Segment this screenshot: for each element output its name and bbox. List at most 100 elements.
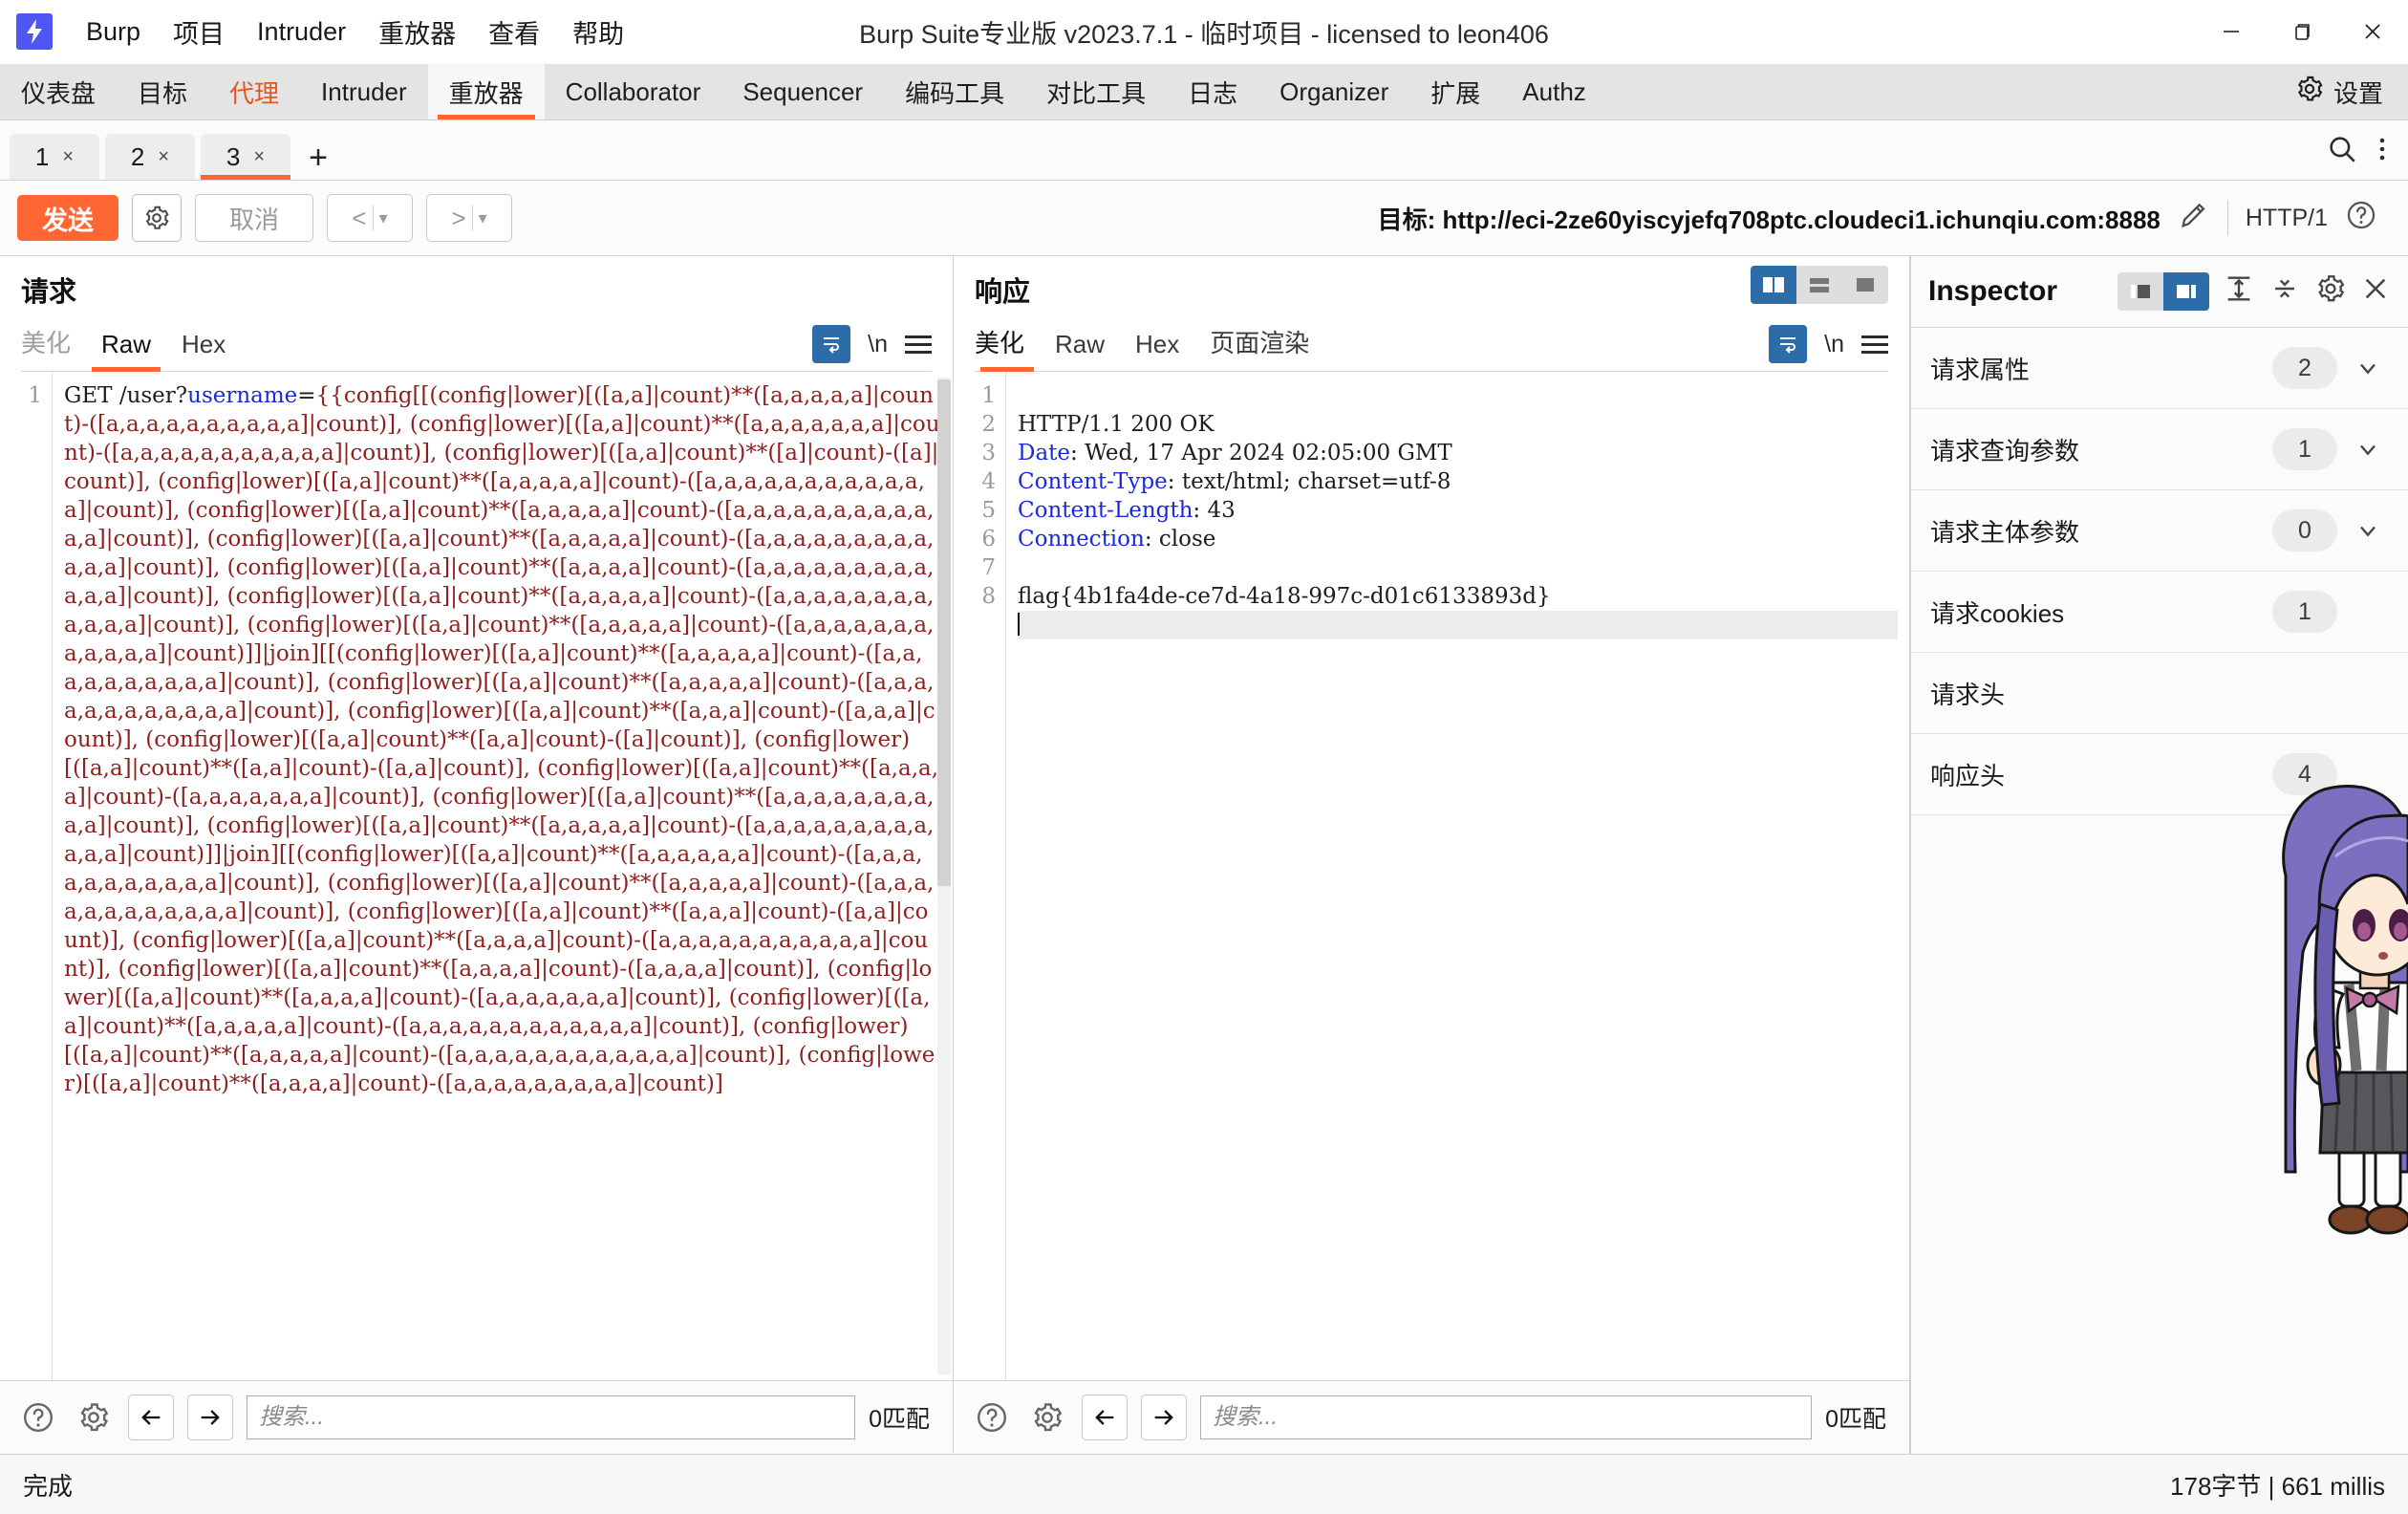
menu-item-view[interactable]: 查看 bbox=[472, 8, 556, 56]
word-wrap-icon[interactable] bbox=[1769, 325, 1808, 363]
layout-stacked-icon[interactable] bbox=[1796, 266, 1842, 304]
request-search-input[interactable] bbox=[247, 1395, 856, 1439]
search-prev-icon[interactable] bbox=[128, 1395, 174, 1440]
settings-label: 设置 bbox=[2333, 78, 2383, 108]
tab-intruder[interactable]: Intruder bbox=[300, 64, 428, 119]
request-scrollbar-thumb[interactable] bbox=[937, 379, 951, 886]
help-icon[interactable] bbox=[17, 1396, 59, 1438]
response-menu-icon[interactable] bbox=[1861, 335, 1888, 354]
tab-dashboard[interactable]: 仪表盘 bbox=[0, 64, 117, 119]
response-code[interactable]: HTTP/1.1 200 OK Date: Wed, 17 Apr 2024 02… bbox=[1006, 372, 1909, 1380]
tab-logger[interactable]: 日志 bbox=[1167, 64, 1258, 119]
request-tab-hex[interactable]: Hex bbox=[166, 330, 241, 371]
back-button[interactable]: < ▾ bbox=[327, 194, 413, 242]
minimize-button[interactable] bbox=[2196, 0, 2267, 63]
response-blank-line bbox=[1018, 553, 1898, 582]
inspector-row-body-parameters[interactable]: 请求主体参数 0 bbox=[1911, 490, 2408, 572]
newline-toggle[interactable]: \n bbox=[868, 331, 888, 358]
chevron-down-icon[interactable] bbox=[2347, 517, 2389, 544]
edit-pencil-icon[interactable] bbox=[2178, 199, 2210, 238]
cancel-button[interactable]: 取消 bbox=[195, 194, 313, 242]
menu-item-burp[interactable]: Burp bbox=[70, 11, 157, 53]
chevron-down-icon[interactable] bbox=[2347, 355, 2389, 381]
tab-sequencer[interactable]: Sequencer bbox=[721, 64, 884, 119]
newline-toggle[interactable]: \n bbox=[1824, 331, 1844, 358]
gear-icon[interactable] bbox=[1026, 1396, 1068, 1438]
http-version-label[interactable]: HTTP/1 bbox=[2246, 205, 2328, 232]
response-tab-render[interactable]: 页面渲染 bbox=[1194, 324, 1324, 371]
dock-right-icon[interactable] bbox=[2163, 272, 2209, 311]
menu-item-project[interactable]: 项目 bbox=[157, 8, 241, 56]
request-pane-header: 请求 美化 Raw Hex \n bbox=[0, 256, 953, 372]
send-options-gear-icon[interactable] bbox=[132, 194, 182, 242]
response-tab-raw[interactable]: Raw bbox=[1040, 330, 1120, 371]
request-menu-icon[interactable] bbox=[905, 335, 932, 354]
maximize-restore-button[interactable] bbox=[2267, 0, 2337, 63]
close-icon[interactable]: × bbox=[62, 146, 74, 168]
add-tab-button[interactable]: + bbox=[296, 136, 340, 180]
chevron-down-icon[interactable] bbox=[2347, 436, 2389, 463]
help-icon[interactable] bbox=[2345, 199, 2377, 238]
repeater-tab-3[interactable]: 3 × bbox=[201, 134, 290, 180]
search-icon[interactable] bbox=[2326, 133, 2358, 172]
menu-item-help[interactable]: 帮助 bbox=[556, 8, 640, 56]
expand-all-icon[interactable] bbox=[2223, 272, 2255, 312]
dock-left-icon[interactable] bbox=[2118, 272, 2163, 311]
close-icon[interactable]: × bbox=[253, 146, 265, 168]
request-equals: = bbox=[297, 383, 316, 408]
tab-authz[interactable]: Authz bbox=[1501, 64, 1607, 119]
repeater-tab-2[interactable]: 2 × bbox=[105, 134, 195, 180]
gear-icon[interactable] bbox=[73, 1396, 115, 1438]
tab-target[interactable]: 目标 bbox=[117, 64, 208, 119]
main-tabs-right: 设置 bbox=[2294, 64, 2408, 119]
tab-proxy[interactable]: 代理 bbox=[208, 64, 300, 119]
search-prev-icon[interactable] bbox=[1082, 1395, 1128, 1440]
tab-collaborator[interactable]: Collaborator bbox=[545, 64, 722, 119]
tab-decoder[interactable]: 编码工具 bbox=[884, 64, 1025, 119]
request-match-count: 0匹配 bbox=[869, 1406, 930, 1433]
word-wrap-icon[interactable] bbox=[812, 325, 851, 363]
tab-organizer[interactable]: Organizer bbox=[1258, 64, 1409, 119]
request-tab-raw[interactable]: Raw bbox=[86, 330, 166, 372]
gear-icon[interactable] bbox=[2314, 272, 2347, 312]
chevron-down-icon[interactable]: ▾ bbox=[379, 208, 388, 228]
help-icon[interactable] bbox=[971, 1396, 1013, 1438]
collapse-all-icon[interactable] bbox=[2268, 272, 2301, 312]
request-tab-pretty[interactable]: 美化 bbox=[21, 324, 86, 371]
inspector-row-request-attributes[interactable]: 请求属性 2 bbox=[1911, 328, 2408, 409]
settings-button[interactable]: 设置 bbox=[2294, 74, 2383, 111]
layout-side-by-side-icon[interactable] bbox=[1751, 266, 1796, 304]
menu-item-intruder[interactable]: Intruder bbox=[241, 11, 362, 53]
forward-button[interactable]: > ▾ bbox=[426, 194, 512, 242]
inspector-panel: Inspector 请求属性 2 请求查询参数 1 请求主体参数 0 请求coo… bbox=[1910, 256, 2408, 1454]
inspector-row-request-cookies[interactable]: 请求cookies 1 bbox=[1911, 572, 2408, 653]
search-next-icon[interactable] bbox=[1141, 1395, 1187, 1440]
inspector-row-request-headers[interactable]: 请求头 bbox=[1911, 653, 2408, 734]
search-next-icon[interactable] bbox=[187, 1395, 233, 1440]
chevron-down-icon[interactable]: ▾ bbox=[479, 208, 487, 228]
close-icon[interactable] bbox=[2360, 273, 2391, 311]
tab-repeater[interactable]: 重放器 bbox=[427, 64, 545, 119]
layout-single-icon[interactable] bbox=[1842, 266, 1888, 304]
response-tab-pretty[interactable]: 美化 bbox=[975, 324, 1040, 372]
response-header-content-length: Content-Length: 43 bbox=[1018, 498, 1236, 523]
response-title: 响应 bbox=[975, 277, 1031, 308]
tab-comparer[interactable]: 对比工具 bbox=[1025, 64, 1167, 119]
tab-extensions[interactable]: 扩展 bbox=[1409, 64, 1501, 119]
response-tab-hex[interactable]: Hex bbox=[1120, 330, 1194, 371]
close-window-button[interactable] bbox=[2337, 0, 2408, 63]
more-options-icon[interactable] bbox=[2377, 133, 2387, 172]
request-editor[interactable]: 1 GET /user?username={{config[[(config|l… bbox=[0, 372, 953, 1380]
close-icon[interactable]: × bbox=[158, 146, 169, 168]
request-code[interactable]: GET /user?username={{config[[(config|low… bbox=[53, 372, 953, 1380]
divider bbox=[2226, 200, 2228, 236]
inspector-row-response-headers[interactable]: 响应头 4 bbox=[1911, 734, 2408, 815]
inspector-row-query-parameters[interactable]: 请求查询参数 1 bbox=[1911, 409, 2408, 490]
inspector-row-label: 请求属性 bbox=[1930, 355, 2031, 384]
chevron-left-icon: < bbox=[352, 203, 367, 232]
repeater-tab-1[interactable]: 1 × bbox=[10, 134, 99, 180]
response-search-input[interactable] bbox=[1200, 1395, 1813, 1439]
response-editor[interactable]: 1 2 3 4 5 6 7 8 HTTP/1.1 200 OK Date: Wed… bbox=[954, 372, 1909, 1380]
menu-item-repeater[interactable]: 重放器 bbox=[362, 8, 472, 56]
send-button[interactable]: 发送 bbox=[17, 195, 118, 241]
